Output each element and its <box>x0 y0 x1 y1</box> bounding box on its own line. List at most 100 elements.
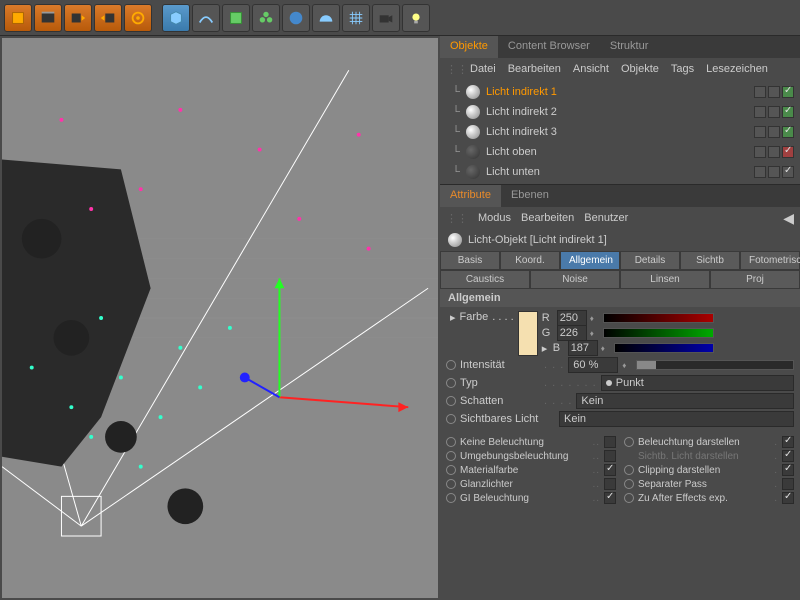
tool-film-forward[interactable] <box>64 4 92 32</box>
toggle-enable[interactable] <box>782 166 794 178</box>
menu-bearbeiten[interactable]: Bearbeiten <box>508 63 561 75</box>
proptab-caustics[interactable]: Caustics <box>440 270 530 289</box>
r-value[interactable]: 250 <box>557 310 587 326</box>
slider-intensity[interactable] <box>636 360 794 370</box>
toggle-vis[interactable] <box>754 166 766 178</box>
tab-content-browser[interactable]: Content Browser <box>498 36 600 58</box>
dropdown-sichtbar[interactable]: Kein <box>559 411 794 427</box>
radio[interactable] <box>446 493 456 503</box>
toggle-render[interactable] <box>768 126 780 138</box>
spinner-icon[interactable]: ♦ <box>622 361 632 370</box>
toggle-enable[interactable] <box>782 126 794 138</box>
slider-r[interactable] <box>603 313 714 323</box>
menu-benutzer[interactable]: Benutzer <box>584 212 628 224</box>
expand-icon[interactable]: ▸ <box>450 311 456 324</box>
tool-flower[interactable] <box>252 4 280 32</box>
tool-sphere-blue[interactable] <box>282 4 310 32</box>
tool-grid[interactable] <box>342 4 370 32</box>
spinner-icon[interactable]: ♦ <box>590 329 600 338</box>
checkbox[interactable] <box>782 464 794 476</box>
expand-icon[interactable]: ▸ <box>542 342 550 355</box>
object-item[interactable]: └Licht indirekt 1 <box>440 82 800 102</box>
tool-box-green[interactable] <box>222 4 250 32</box>
dropdown-typ[interactable]: Punkt <box>601 375 794 391</box>
tab-objekte[interactable]: Objekte <box>440 36 498 58</box>
tool-camera[interactable] <box>372 4 400 32</box>
checkbox[interactable] <box>782 450 794 462</box>
spinner-icon[interactable]: ♦ <box>601 344 611 353</box>
proptab-details[interactable]: Details <box>620 251 680 270</box>
checkbox[interactable] <box>782 436 794 448</box>
checkbox[interactable] <box>782 492 794 504</box>
radio[interactable] <box>446 437 456 447</box>
toggle-render[interactable] <box>768 146 780 158</box>
intensity-value[interactable]: 60 % <box>568 357 618 373</box>
object-item[interactable]: └Licht indirekt 2 <box>440 102 800 122</box>
tool-gear-film[interactable] <box>124 4 152 32</box>
object-item[interactable]: └Licht oben <box>440 142 800 162</box>
proptab-sichtb[interactable]: Sichtb <box>680 251 740 270</box>
b-value[interactable]: 187 <box>568 340 598 356</box>
slider-b[interactable] <box>614 343 714 353</box>
tool-curve[interactable] <box>192 4 220 32</box>
proptab-fotometrisch[interactable]: Fotometrisch <box>740 251 800 270</box>
proptab-linsen[interactable]: Linsen <box>620 270 710 289</box>
slider-g[interactable] <box>603 328 714 338</box>
radio[interactable] <box>624 493 634 503</box>
spinner-icon[interactable]: ♦ <box>590 314 600 323</box>
menu-bearbeiten2[interactable]: Bearbeiten <box>521 212 574 224</box>
toggle-vis[interactable] <box>754 106 766 118</box>
object-item[interactable]: └Licht indirekt 3 <box>440 122 800 142</box>
tool-cube3d[interactable] <box>162 4 190 32</box>
toggle-render[interactable] <box>768 166 780 178</box>
object-item[interactable]: └Licht unten <box>440 162 800 182</box>
tool-film-back[interactable] <box>94 4 122 32</box>
proptab-allgemein[interactable]: Allgemein <box>560 251 620 270</box>
g-value[interactable]: 226 <box>557 325 587 341</box>
radio[interactable] <box>446 451 456 461</box>
checkbox[interactable] <box>604 478 616 490</box>
checkbox[interactable] <box>782 478 794 490</box>
proptab-proj[interactable]: Proj <box>710 270 800 289</box>
color-swatch[interactable] <box>518 311 538 356</box>
tool-film[interactable] <box>34 4 62 32</box>
tool-light[interactable] <box>402 4 430 32</box>
toggle-enable[interactable] <box>782 146 794 158</box>
menu-ansicht[interactable]: Ansicht <box>573 63 609 75</box>
toggle-vis[interactable] <box>754 126 766 138</box>
toggle-render[interactable] <box>768 86 780 98</box>
tab-struktur[interactable]: Struktur <box>600 36 659 58</box>
checkbox[interactable] <box>604 436 616 448</box>
radio[interactable] <box>624 437 634 447</box>
radio[interactable] <box>624 465 634 475</box>
tab-attribute[interactable]: Attribute <box>440 185 501 207</box>
menu-modus[interactable]: Modus <box>478 212 511 224</box>
tool-dome[interactable] <box>312 4 340 32</box>
3d-viewport[interactable] <box>0 36 440 600</box>
toggle-vis[interactable] <box>754 146 766 158</box>
menu-tags[interactable]: Tags <box>671 63 694 75</box>
menu-objekte[interactable]: Objekte <box>621 63 659 75</box>
menu-lesezeichen[interactable]: Lesezeichen <box>706 63 768 75</box>
radio[interactable] <box>446 479 456 489</box>
proptab-koord[interactable]: Koord. <box>500 251 560 270</box>
toggle-enable[interactable] <box>782 86 794 98</box>
radio-sichtbar[interactable] <box>446 414 456 424</box>
proptab-basis[interactable]: Basis <box>440 251 500 270</box>
tab-ebenen[interactable]: Ebenen <box>501 185 559 207</box>
toggle-vis[interactable] <box>754 86 766 98</box>
proptab-noise[interactable]: Noise <box>530 270 620 289</box>
menu-datei[interactable]: Datei <box>470 63 496 75</box>
dropdown-schatten[interactable]: Kein <box>576 393 794 409</box>
checkbox[interactable] <box>604 464 616 476</box>
radio-intensity[interactable] <box>446 360 456 370</box>
radio[interactable] <box>624 479 634 489</box>
toggle-enable[interactable] <box>782 106 794 118</box>
tool-cube[interactable] <box>4 4 32 32</box>
checkbox[interactable] <box>604 450 616 462</box>
radio[interactable] <box>446 465 456 475</box>
nav-back-icon[interactable]: ◀ <box>783 210 794 227</box>
radio-typ[interactable] <box>446 378 456 388</box>
toggle-render[interactable] <box>768 106 780 118</box>
checkbox[interactable] <box>604 492 616 504</box>
